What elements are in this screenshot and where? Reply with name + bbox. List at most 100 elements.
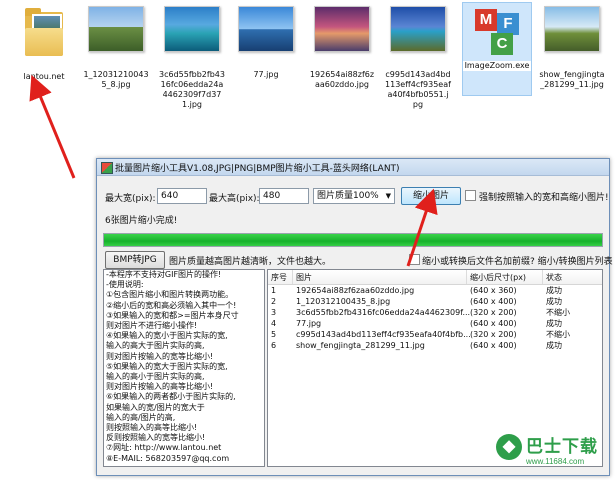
file-name: lantou.net (23, 72, 65, 81)
folder-item[interactable]: lantou.net (10, 6, 78, 82)
table-cell: (320 x 200) (470, 330, 517, 339)
quality-select[interactable]: 图片质量100% ▼ (313, 188, 395, 204)
table-row[interactable]: 1 192654ai88zf6zaa60zddo.jpg (640 x 360) 成功 (268, 285, 602, 296)
file-item[interactable]: c995d143ad4bd113eff4cf935eafa40f4bfb0551… (384, 6, 452, 110)
app-window: 批量图片缩小工具V1.08,JPG|PNG|BMP图片缩小工具-蓝头网络(LAN… (96, 158, 613, 476)
instruction-line: 则对图片按输入的宽等比缩小! (106, 351, 214, 361)
table-cell: 成功 (546, 341, 562, 350)
instruction-line: 输入的高大于图片实际的高, (106, 341, 205, 351)
max-width-input[interactable]: 640 (157, 188, 207, 204)
table-row[interactable]: 6 show_fengjingta_281299_11.jpg (640 x 400… (268, 340, 602, 351)
table-cell: (640 x 400) (470, 319, 517, 328)
table-row[interactable]: 2 1_120312100435_8.jpg (640 x 400) 成功 (268, 296, 602, 307)
progress-bar (103, 233, 603, 247)
title-bar: 批量图片缩小工具V1.08,JPG|PNG|BMP图片缩小工具-蓝头网络(LAN… (97, 159, 609, 176)
table-row[interactable]: 3 3c6d55fbb2fb4316fc06edda24a4462309f...(… (268, 307, 602, 318)
table-cell: 192654ai88zf6zaa60zddo.jpg (296, 286, 415, 295)
instruction-line: ④如果输入的宽小于图片实际的宽, (106, 331, 228, 341)
quality-hint: 图片质量越高图片越清晰，文件也越大。 (169, 257, 332, 267)
shrink-button[interactable]: 缩小图片 (401, 187, 461, 205)
instruction-line: ③如果输入的宽和都>=图片本身尺寸 (106, 310, 239, 320)
image-thumbnail (390, 6, 446, 52)
table-cell: 4 (271, 319, 277, 328)
table-row[interactable]: 4 77.jpg (640 x 400) 成功 (268, 318, 602, 329)
instruction-line: 则对图片不进行缩小操作! (106, 321, 198, 331)
table-cell: 成功 (546, 286, 562, 295)
instruction-line: ⑦网址: http://www.lantou.net (106, 443, 222, 453)
bus-logo-icon: ◆ (496, 434, 522, 460)
table-cell: 2 (271, 297, 277, 306)
progress-fill (104, 234, 602, 246)
file-name: 3c6d55fbb2fb4316fc06edda24a4462309f7d371… (159, 70, 225, 109)
table-cell: 3c6d55fbb2fb4316fc06edda24a4462309f... (296, 308, 471, 317)
file-name: c995d143ad4bd113eff4cf935eafa40f4bfb0551… (385, 70, 451, 109)
table-row[interactable]: 5 c995d143ad4bd113eff4cf935eafa40f4bfb...… (268, 329, 602, 340)
table-cell: 77.jpg (296, 319, 322, 328)
bmp-to-jpg-button[interactable]: BMP转JPG (105, 251, 165, 269)
file-item[interactable]: 3c6d55fbb2fb4316fc06edda24a4462309f7d371… (158, 6, 226, 110)
watermark-name: 巴士下载 (526, 437, 598, 457)
image-thumbnail (238, 6, 294, 52)
table-cell: 成功 (546, 297, 562, 306)
instruction-line: ⑧E-MAIL: 568203597@qq.com (106, 453, 230, 463)
file-item[interactable]: 1_120312100435_8.jpg (82, 6, 150, 90)
instruction-line: 输入的高小于图片实际的高, (106, 372, 205, 382)
file-name: 77.jpg (253, 70, 279, 79)
chevron-down-icon: ▼ (385, 192, 391, 200)
table-cell: 5 (271, 330, 277, 339)
table-cell: (320 x 200) (470, 308, 517, 317)
column-header[interactable]: 图片 (296, 272, 312, 283)
max-height-label: 最大高(pix): (209, 194, 260, 204)
rename-prefix-checkbox[interactable] (409, 254, 420, 265)
file-name: ImageZoom.exe (463, 61, 531, 71)
status-text: 6张图片缩小完成! (105, 216, 178, 226)
instruction-line: 反则按照输入的宽等比缩小! (106, 433, 206, 443)
watermark-url: www.11684.com (526, 457, 585, 466)
folder-icon (23, 6, 65, 58)
force-resize-label: 强制按照输入的宽和高缩小图片! (479, 193, 609, 203)
table-cell: show_fengjingta_281299_11.jpg (296, 341, 425, 350)
image-thumbnail (314, 6, 370, 52)
table-cell: 不缩小 (546, 330, 570, 339)
instruction-line: ①包含图片缩小和图片转换两功能。 (106, 290, 234, 300)
table-cell: c995d143ad4bd113eff4cf935eafa40f4bfb... (296, 330, 471, 339)
instruction-line: ⑥如果输入的两者都小于图片实际的, (106, 392, 236, 402)
force-resize-checkbox[interactable] (465, 190, 476, 201)
image-thumbnail (88, 6, 144, 52)
file-name: show_fengjingta_281299_11.jpg (539, 70, 605, 89)
file-item[interactable]: 192654ai88zf6zaa60zddo.jpg (308, 6, 376, 90)
file-item[interactable]: show_fengjingta_281299_11.jpg (538, 6, 606, 90)
table-header: 序号 图片 缩小后尺寸(px) 状态 (268, 270, 602, 285)
table-cell: 6 (271, 341, 277, 350)
instruction-line: ⑤如果输入的宽大于图片实际的宽, (106, 361, 228, 371)
instruction-line: 如果输入的宽/图片的宽大于 (106, 402, 205, 412)
imagezoom-app-icon: M F C (469, 3, 525, 59)
instruction-line: 则按照输入的高等比缩小! (106, 423, 198, 433)
watermark: ◆ 巴士下载 www.11684.com (496, 430, 612, 476)
file-name: 192654ai88zf6zaa60zddo.jpg (309, 70, 375, 89)
table-cell: 不缩小 (546, 308, 570, 317)
instruction-line: -使用说明: (106, 280, 144, 290)
table-cell: 1 (271, 286, 277, 295)
file-item-selected[interactable]: M F C ImageZoom.exe (462, 2, 532, 96)
column-header[interactable]: 状态 (546, 272, 562, 283)
instruction-line: -本程序不支持对GIF图片的操作! (106, 270, 222, 279)
rename-prefix-label: 缩小或转换后文件名加前缀? 缩小/转换图片列表 (422, 257, 613, 267)
desktop-file-strip: lantou.net 1_120312100435_8.jpg 3c6d55fb… (0, 0, 616, 148)
instruction-line: 输入的高/图片的高, (106, 412, 176, 422)
instruction-line: ②缩小后的宽和高必须输入其中一个! (106, 300, 237, 310)
max-width-label: 最大宽(pix): (105, 194, 156, 204)
image-thumbnail (164, 6, 220, 52)
file-item[interactable]: 77.jpg (232, 6, 300, 80)
table-cell: 1_120312100435_8.jpg (296, 297, 391, 306)
image-thumbnail (544, 6, 600, 52)
table-cell: 3 (271, 308, 277, 317)
column-header[interactable]: 缩小后尺寸(px) (470, 272, 526, 283)
max-height-input[interactable]: 480 (259, 188, 309, 204)
instructions-panel: -本程序不支持对GIF图片的操作! -使用说明: ①包含图片缩小和图片转换两功能。 ②… (103, 269, 265, 467)
table-body: 1 192654ai88zf6zaa60zddo.jpg (640 x 360) 成功… (268, 285, 602, 351)
file-name: 1_120312100435_8.jpg (83, 70, 149, 89)
table-cell: (640 x 400) (470, 297, 517, 306)
table-cell: (640 x 360) (470, 286, 517, 295)
column-header[interactable]: 序号 (271, 272, 287, 283)
